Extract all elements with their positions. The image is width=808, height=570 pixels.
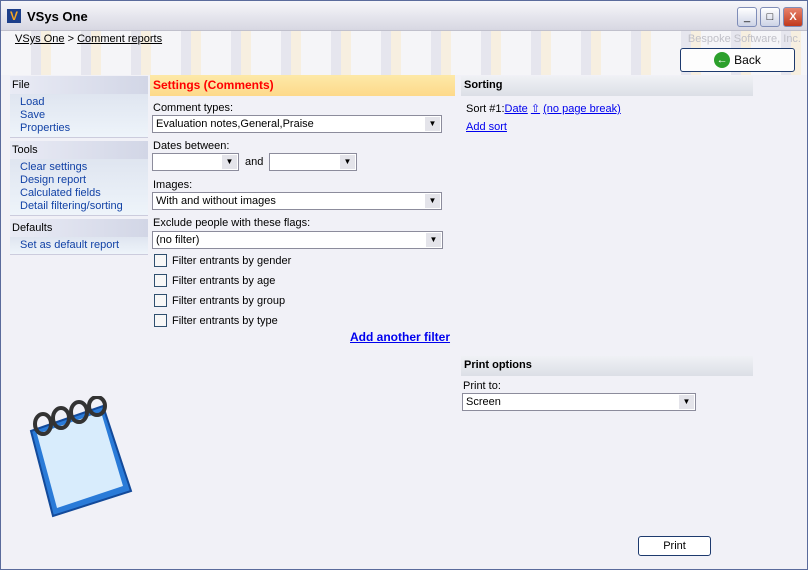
chevron-down-icon: ▼ [340,155,355,169]
sort-ascending-icon[interactable]: ⇧ [531,103,540,115]
dates-and-label: and [245,156,264,168]
title-bar: V VSys One _ □ X [1,1,807,31]
breadcrumb: VSys One > Comment reports [15,33,162,45]
print-to-value: Screen [466,396,501,408]
sidebar-item-properties[interactable]: Properties [20,122,138,135]
sidebar-item-design-report[interactable]: Design report [20,174,138,187]
sidebar-tools: Tools Clear settings Design report Calcu… [10,141,148,216]
sort-row: Sort #1:Date ⇧ (no page break) [466,102,621,115]
filter-group-checkbox[interactable]: Filter entrants by group [154,294,285,307]
settings-title: Settings (Comments) [150,75,455,96]
page-break-link[interactable]: (no page break) [543,103,621,115]
filter-label: Filter entrants by gender [172,254,292,267]
add-sort-link[interactable]: Add sort [466,121,507,133]
back-arrow-icon: ← [714,52,731,68]
chevron-down-icon: ▼ [425,117,440,131]
filter-type-checkbox[interactable]: Filter entrants by type [154,314,278,327]
sidebar-item-save[interactable]: Save [20,109,138,122]
checkbox-box[interactable] [154,274,167,287]
chevron-down-icon: ▼ [426,233,441,247]
comment-types-value: Evaluation notes,General,Praise [156,118,314,130]
window-title: VSys One [27,9,88,24]
date-to-select[interactable]: ▼ [269,153,357,171]
filter-age-checkbox[interactable]: Filter entrants by age [154,274,275,287]
back-label: Back [734,53,761,67]
comment-types-select[interactable]: Evaluation notes,General,Praise ▼ [152,115,442,133]
checkbox-box[interactable] [154,314,167,327]
sidebar-item-set-default[interactable]: Set as default report [20,239,138,252]
chevron-down-icon: ▼ [679,395,694,409]
header-banner: VSys One > Comment reports Bespoke Softw… [1,31,807,75]
filter-gender-checkbox[interactable]: Filter entrants by gender [154,254,291,267]
print-to-label: Print to: [463,380,501,392]
sidebar-group-title: Defaults [10,219,148,237]
flags-value: (no filter) [156,234,200,246]
comment-types-label: Comment types: [153,102,234,114]
maximize-button[interactable]: □ [760,7,780,27]
minimize-button[interactable]: _ [737,7,757,27]
filter-label: Filter entrants by type [172,314,278,327]
sort-label: Sort #1: [466,103,505,115]
print-options-title: Print options [461,356,753,376]
sidebar-defaults: Defaults Set as default report [10,219,148,255]
sidebar-item-calculated-fields[interactable]: Calculated fields [20,187,138,200]
app-window: V VSys One _ □ X VSys One > Comment repo… [0,0,808,570]
close-button[interactable]: X [783,7,803,27]
sidebar-group-title: File [10,76,148,94]
images-label: Images: [153,179,193,191]
flags-select[interactable]: (no filter) ▼ [152,231,443,249]
date-from-select[interactable]: ▼ [152,153,239,171]
back-button[interactable]: ← Back [680,48,795,72]
app-logo-icon: V [7,9,21,23]
chevron-down-icon: ▼ [425,194,440,208]
checkbox-box[interactable] [154,294,167,307]
breadcrumb-comment-reports[interactable]: Comment reports [77,33,162,45]
brand-text: Bespoke Software, Inc. [687,33,801,45]
flags-label: Exclude people with these flags: [153,217,311,229]
breadcrumb-separator: > [67,33,75,45]
breadcrumb-home[interactable]: VSys One [15,33,65,45]
images-select[interactable]: With and without images ▼ [152,192,442,210]
sidebar-file: File Load Save Properties [10,76,148,138]
sort-field-link[interactable]: Date [505,103,528,115]
print-button[interactable]: Print [638,536,711,556]
print-to-select[interactable]: Screen ▼ [462,393,696,411]
images-value: With and without images [156,195,276,207]
checkbox-box[interactable] [154,254,167,267]
chevron-down-icon: ▼ [222,155,237,169]
dates-label: Dates between: [153,140,230,152]
sidebar-item-load[interactable]: Load [20,96,138,109]
sorting-title: Sorting [461,76,753,96]
add-another-filter-link[interactable]: Add another filter [350,330,450,344]
sidebar-group-title: Tools [10,141,148,159]
sidebar-item-detail-filtering[interactable]: Detail filtering/sorting [20,200,138,213]
sidebar-item-clear-settings[interactable]: Clear settings [20,161,138,174]
filter-label: Filter entrants by age [172,274,276,287]
notepad-icon [29,396,133,518]
filter-label: Filter entrants by group [172,294,286,307]
